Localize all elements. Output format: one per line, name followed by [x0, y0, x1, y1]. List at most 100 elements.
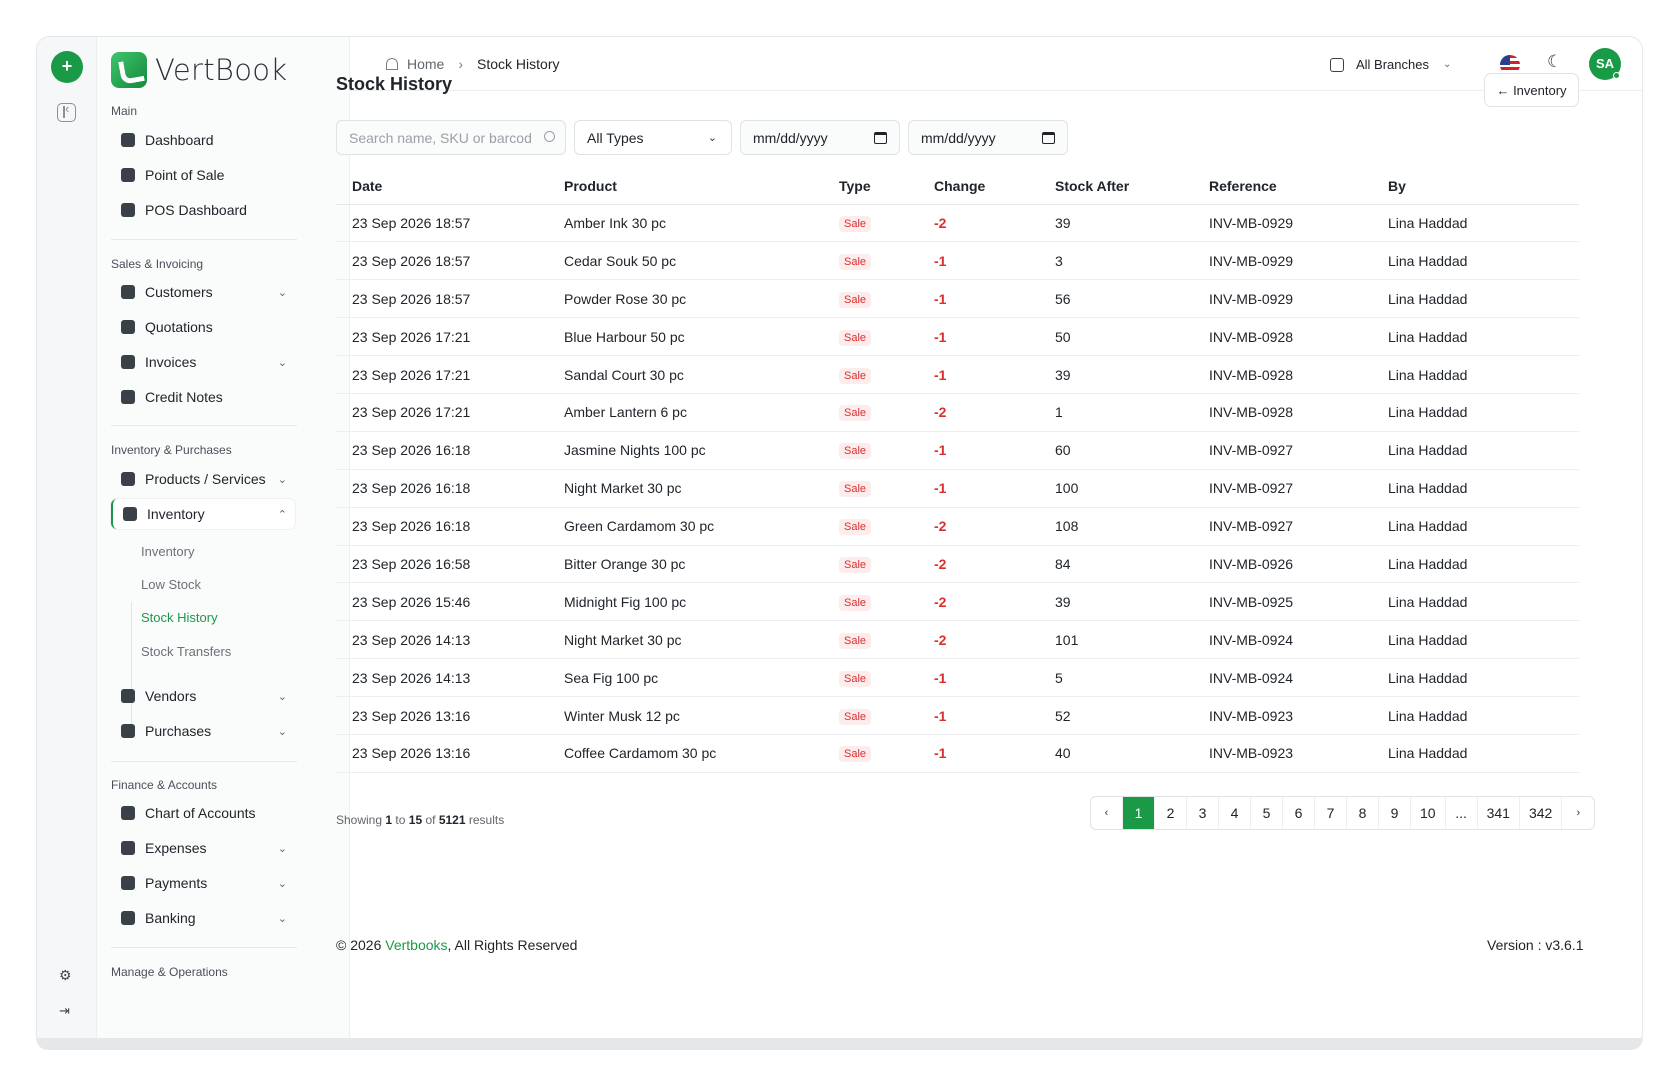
- table-row[interactable]: 23 Sep 2026 18:57 Powder Rose 30 pc Sale -1…: [336, 279, 1579, 319]
- page-button[interactable]: 4: [1219, 797, 1251, 829]
- sidebar-subitem-inventory[interactable]: Inventory: [141, 544, 194, 559]
- sidebar-subitem-stock-transfers[interactable]: Stock Transfers: [141, 644, 231, 659]
- chevron-down-icon: ⌄: [277, 286, 287, 299]
- calendar-icon[interactable]: [1042, 132, 1055, 144]
- sidebar-item-pos-dashboard[interactable]: POS Dashboard: [111, 195, 295, 225]
- footer-brand-link[interactable]: Vertbooks: [385, 937, 447, 953]
- table-row[interactable]: 23 Sep 2026 18:57 Amber Ink 30 pc Sale -2 39…: [336, 204, 1579, 243]
- sidebar-item-dashboard[interactable]: Dashboard: [111, 125, 295, 155]
- pagination-ellipsis[interactable]: ...: [1446, 797, 1478, 829]
- calendar-icon[interactable]: [874, 132, 887, 144]
- sidebar-item-expenses[interactable]: Expenses ⌄: [111, 833, 295, 863]
- us-flag-icon[interactable]: [1500, 55, 1520, 75]
- prev-page-button[interactable]: ‹: [1091, 797, 1123, 829]
- date-to-value: mm/dd/yyyy: [921, 129, 996, 146]
- page-button[interactable]: 5: [1251, 797, 1283, 829]
- cell-date: 23 Sep 2026 17:21: [336, 393, 548, 432]
- table-row[interactable]: 23 Sep 2026 15:46 Midnight Fig 100 pc Sale…: [336, 582, 1579, 622]
- sidebar-item-inventory[interactable]: Inventory ⌃: [111, 499, 295, 529]
- sidebar-item-customers[interactable]: Customers ⌄: [111, 277, 295, 307]
- showing-of-word: of: [425, 813, 436, 827]
- showing-to-word: to: [395, 813, 406, 827]
- table-row[interactable]: 23 Sep 2026 17:21 Amber Lantern 6 pc Sale -…: [336, 393, 1579, 432]
- table-row[interactable]: 23 Sep 2026 16:18 Jasmine Nights 100 pc Sa…: [336, 431, 1579, 470]
- table-header-row: Date Product Type Change Stock After Referenc…: [336, 168, 1579, 205]
- page-button[interactable]: 8: [1347, 797, 1379, 829]
- cell-change: -1: [918, 241, 1039, 281]
- search-input[interactable]: Search name, SKU or barcod: [336, 120, 566, 155]
- page-button[interactable]: 1: [1123, 797, 1155, 829]
- back-to-inventory-button[interactable]: ← Inventory: [1484, 73, 1579, 107]
- chart-icon: [121, 203, 135, 217]
- page-button[interactable]: 9: [1379, 797, 1411, 829]
- sidebar-item-credit-notes[interactable]: Credit Notes: [111, 382, 295, 412]
- sidebar-item-label: Products / Services: [145, 471, 266, 487]
- sidebar-item-purchases[interactable]: Purchases ⌄: [111, 716, 295, 746]
- sidebar-subitem-stock-history[interactable]: Stock History: [141, 610, 218, 625]
- table-row[interactable]: 23 Sep 2026 17:21 Sandal Court 30 pc Sale -…: [336, 355, 1579, 394]
- date-from-input[interactable]: mm/dd/yyyy: [740, 120, 900, 155]
- sidebar-item-chart-of-accounts[interactable]: Chart of Accounts: [111, 798, 295, 828]
- sidebar-item-payments[interactable]: Payments ⌄: [111, 868, 295, 898]
- settings-icon[interactable]: ⚙: [59, 967, 72, 984]
- date-to-input[interactable]: mm/dd/yyyy: [908, 120, 1068, 155]
- sidebar-item-banking[interactable]: Banking ⌄: [111, 903, 295, 933]
- page-button[interactable]: 3: [1187, 797, 1219, 829]
- table-row[interactable]: 23 Sep 2026 13:16 Coffee Cardamom 30 pc Sa…: [336, 734, 1579, 773]
- table-row[interactable]: 23 Sep 2026 14:13 Sea Fig 100 pc Sale -1 5 IN…: [336, 658, 1579, 698]
- cell-stock-after: 101: [1039, 620, 1193, 660]
- page-button[interactable]: 2: [1155, 797, 1187, 829]
- cell-change: -2: [918, 393, 1039, 432]
- type-select[interactable]: All Types ⌄: [574, 120, 732, 155]
- sidebar-subitem-low-stock[interactable]: Low Stock: [141, 577, 201, 592]
- type-badge: Sale: [839, 670, 872, 687]
- logout-icon[interactable]: ⇥: [59, 1003, 70, 1019]
- page-button[interactable]: 6: [1283, 797, 1315, 829]
- chevron-down-icon: ⌄: [1442, 59, 1452, 70]
- payment-icon: [121, 876, 135, 890]
- cell-by: Lina Haddad: [1372, 355, 1579, 394]
- cell-by: Lina Haddad: [1372, 317, 1579, 357]
- table-row[interactable]: 23 Sep 2026 16:18 Green Cardamom 30 pc Sal…: [336, 507, 1579, 546]
- column-header: Date: [336, 168, 548, 205]
- column-header: Type: [823, 168, 918, 205]
- page-button[interactable]: 341: [1478, 797, 1520, 829]
- moon-icon[interactable]: ☾: [1547, 52, 1562, 72]
- add-icon[interactable]: +: [51, 51, 83, 83]
- sidebar-item-label: Vendors: [145, 688, 197, 704]
- table-row[interactable]: 23 Sep 2026 14:13 Night Market 30 pc Sale -…: [336, 620, 1579, 660]
- cell-reference: INV-MB-0924: [1193, 658, 1372, 698]
- copyright-prefix: © 2026: [336, 937, 382, 953]
- brand[interactable]: VertBook: [111, 51, 287, 89]
- cell-by: Lina Haddad: [1372, 696, 1579, 735]
- page-button[interactable]: 342: [1520, 797, 1563, 829]
- cell-date: 23 Sep 2026 18:57: [336, 279, 548, 319]
- table-row[interactable]: 23 Sep 2026 16:58 Bitter Orange 30 pc Sale…: [336, 545, 1579, 584]
- sidebar-item-invoices[interactable]: Invoices ⌄: [111, 347, 295, 377]
- table-row[interactable]: 23 Sep 2026 16:18 Night Market 30 pc Sale -…: [336, 469, 1579, 508]
- collapse-sidebar-icon[interactable]: [57, 101, 76, 122]
- cell-by: Lina Haddad: [1372, 469, 1579, 508]
- stock-history-table: Date Product Type Change Stock After Referenc…: [336, 168, 1579, 773]
- cell-product: Jasmine Nights 100 pc: [548, 431, 823, 470]
- sidebar-item-point-of-sale[interactable]: Point of Sale: [111, 160, 295, 190]
- sidebar-item-products-services[interactable]: Products / Services ⌄: [111, 464, 295, 494]
- chevron-down-icon: ⌄: [277, 473, 287, 486]
- cell-stock-after: 60: [1039, 431, 1193, 470]
- table-row[interactable]: 23 Sep 2026 13:16 Winter Musk 12 pc Sale -1…: [336, 696, 1579, 735]
- sidebar-item-vendors[interactable]: Vendors ⌄: [111, 681, 295, 711]
- cell-change: -2: [918, 582, 1039, 622]
- showing-prefix: Showing: [336, 813, 383, 827]
- page-button[interactable]: 10: [1411, 797, 1446, 829]
- page-button[interactable]: 7: [1315, 797, 1347, 829]
- sidebar-item-label: Invoices: [145, 354, 197, 370]
- divider: [111, 947, 297, 948]
- table-row[interactable]: 23 Sep 2026 18:57 Cedar Souk 50 pc Sale -1 3…: [336, 241, 1579, 281]
- inventory-icon: [123, 507, 137, 521]
- sidebar-item-quotations[interactable]: Quotations: [111, 312, 295, 342]
- breadcrumb-home[interactable]: Home: [407, 56, 444, 72]
- next-page-button[interactable]: ›: [1562, 797, 1594, 829]
- branch-selector[interactable]: All Branches ⌄: [1330, 57, 1451, 72]
- sidebar-item-label: Inventory: [147, 506, 205, 522]
- table-row[interactable]: 23 Sep 2026 17:21 Blue Harbour 50 pc Sale -…: [336, 317, 1579, 357]
